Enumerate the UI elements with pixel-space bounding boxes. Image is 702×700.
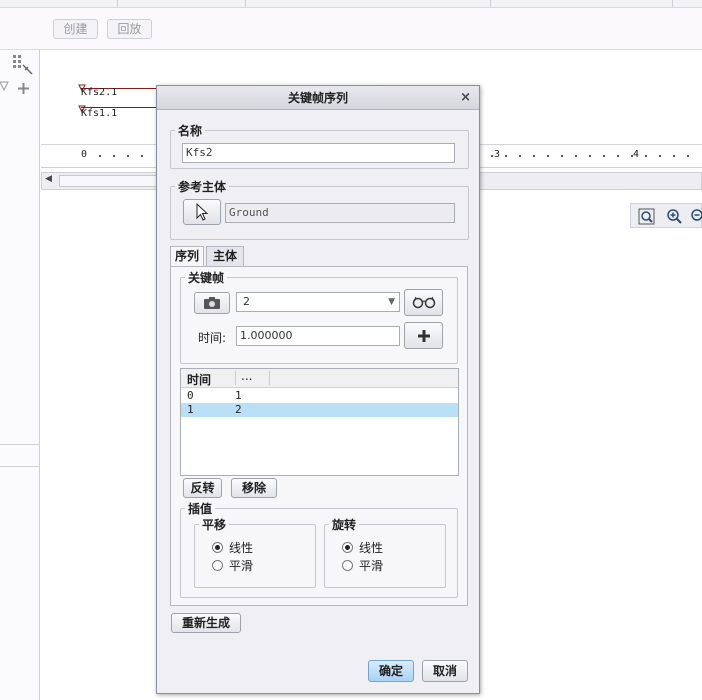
cell-time: 0 — [187, 389, 194, 402]
translation-linear-radio[interactable] — [212, 542, 223, 553]
glasses-icon — [412, 296, 435, 309]
ruler-tick — [673, 155, 675, 157]
name-legend: 名称 — [178, 124, 203, 138]
regenerate-button[interactable]: 重新生成 — [171, 613, 241, 633]
reference-body-field: Ground — [225, 203, 455, 223]
scroll-left-icon[interactable]: ◀ — [45, 174, 52, 184]
interpolation-legend: 插值 — [188, 502, 213, 516]
ruler-tick — [589, 155, 591, 157]
ruler-label: 3 — [494, 149, 501, 160]
add-icon[interactable] — [17, 82, 30, 95]
cancel-button[interactable]: 取消 — [422, 660, 468, 682]
rotation-legend: 旋转 — [332, 518, 357, 532]
track-label[interactable]: Kfs2.1 — [81, 87, 117, 98]
replay-button[interactable]: 回放 — [107, 19, 152, 39]
translation-legend: 平移 — [202, 518, 227, 532]
reference-body-legend: 参考主体 — [178, 180, 227, 194]
pick-body-button[interactable] — [183, 199, 221, 225]
keyframe-select-value: 2 — [243, 295, 250, 308]
time-input[interactable]: 1.000000 — [236, 326, 400, 346]
table-row[interactable]: 0 1 — [181, 389, 458, 403]
keyframe-select[interactable]: 2 ▼ — [236, 292, 400, 312]
table-header: 时间 ... — [181, 369, 458, 388]
keyframe-sequence-dialog: 关键帧序列 × 名称 Kfs2 参考主体 Ground 序列 主体 关键帧 2 … — [156, 85, 480, 694]
toolbar: 创建 回放 — [0, 8, 702, 50]
translation-smooth-radio[interactable] — [212, 560, 223, 571]
ruler-tick — [99, 155, 101, 157]
cell-keyframe: 1 — [235, 389, 242, 402]
plus-icon — [417, 330, 430, 342]
ruler-tick — [113, 155, 115, 157]
capture-keyframe-button[interactable] — [194, 292, 230, 314]
cell-time: 1 — [187, 403, 194, 416]
rotation-group: 旋转 — [324, 516, 446, 588]
grid-tool-icon[interactable] — [12, 54, 34, 76]
remove-button[interactable]: 移除 — [231, 478, 277, 498]
time-label: 时间: — [198, 331, 227, 345]
dialog-titlebar[interactable]: 关键帧序列 × — [157, 86, 479, 110]
keyframe-group: 关键帧 — [180, 269, 458, 364]
ok-button[interactable]: 确定 — [368, 660, 414, 682]
ruler-tick — [687, 155, 689, 157]
arrow-cursor-icon — [196, 202, 209, 221]
ruler-tick — [561, 155, 563, 157]
zoom-fit-icon[interactable] — [638, 208, 655, 225]
zoom-in-icon[interactable] — [666, 208, 683, 225]
rotation-smooth-label: 平滑 — [359, 559, 384, 573]
ruler-tick — [519, 155, 521, 157]
dialog-title: 关键帧序列 — [287, 91, 348, 105]
table-row[interactable]: 1 2 — [181, 403, 458, 417]
translation-smooth-label: 平滑 — [229, 559, 254, 573]
add-keyframe-button[interactable] — [404, 322, 443, 349]
ruler-tick — [141, 155, 143, 157]
top-header-strip — [0, 0, 702, 8]
ruler-tick — [575, 155, 577, 157]
ruler-tick — [505, 155, 507, 157]
reverse-button[interactable]: 反转 — [183, 478, 222, 498]
left-panel — [0, 50, 40, 700]
ruler-tick — [547, 155, 549, 157]
tab-sequence[interactable]: 序列 — [170, 246, 204, 267]
scroll-thumb[interactable] — [59, 175, 159, 187]
name-input[interactable]: Kfs2 — [182, 143, 455, 163]
track-label[interactable]: Kfs1.1 — [81, 108, 117, 119]
ruler-tick — [659, 155, 661, 157]
ruler-label: 0 — [81, 149, 88, 160]
translation-group: 平移 — [194, 516, 316, 588]
ruler-tick — [617, 155, 619, 157]
ruler-tick — [631, 155, 633, 157]
create-button[interactable]: 创建 — [53, 19, 98, 39]
cell-keyframe: 2 — [235, 403, 242, 416]
ruler-label: 4 — [633, 149, 640, 160]
rotation-linear-radio[interactable] — [342, 542, 353, 553]
keyframe-legend: 关键帧 — [188, 271, 225, 285]
ruler-tick — [645, 155, 647, 157]
chevron-down-icon: ▼ — [388, 297, 395, 307]
ruler-tick — [127, 155, 129, 157]
view-keyframe-button[interactable] — [404, 289, 443, 316]
rotation-smooth-radio[interactable] — [342, 560, 353, 571]
keyframe-table[interactable]: 时间 ... 0 1 1 2 — [180, 368, 459, 476]
ruler-tick — [533, 155, 535, 157]
ruler-tick — [603, 155, 605, 157]
rotation-linear-label: 线性 — [359, 541, 384, 555]
column-header-time[interactable]: 时间 — [187, 371, 211, 388]
column-header-keyframe[interactable]: ... — [241, 369, 252, 383]
filter-icon[interactable] — [0, 80, 12, 96]
zoom-toolbar — [630, 203, 702, 228]
ruler-tick — [491, 155, 493, 157]
camera-icon — [204, 297, 220, 309]
zoom-out-icon[interactable] — [690, 208, 702, 225]
tab-body[interactable]: 主体 — [206, 246, 244, 266]
close-icon[interactable]: × — [460, 86, 471, 110]
translation-linear-label: 线性 — [229, 541, 254, 555]
